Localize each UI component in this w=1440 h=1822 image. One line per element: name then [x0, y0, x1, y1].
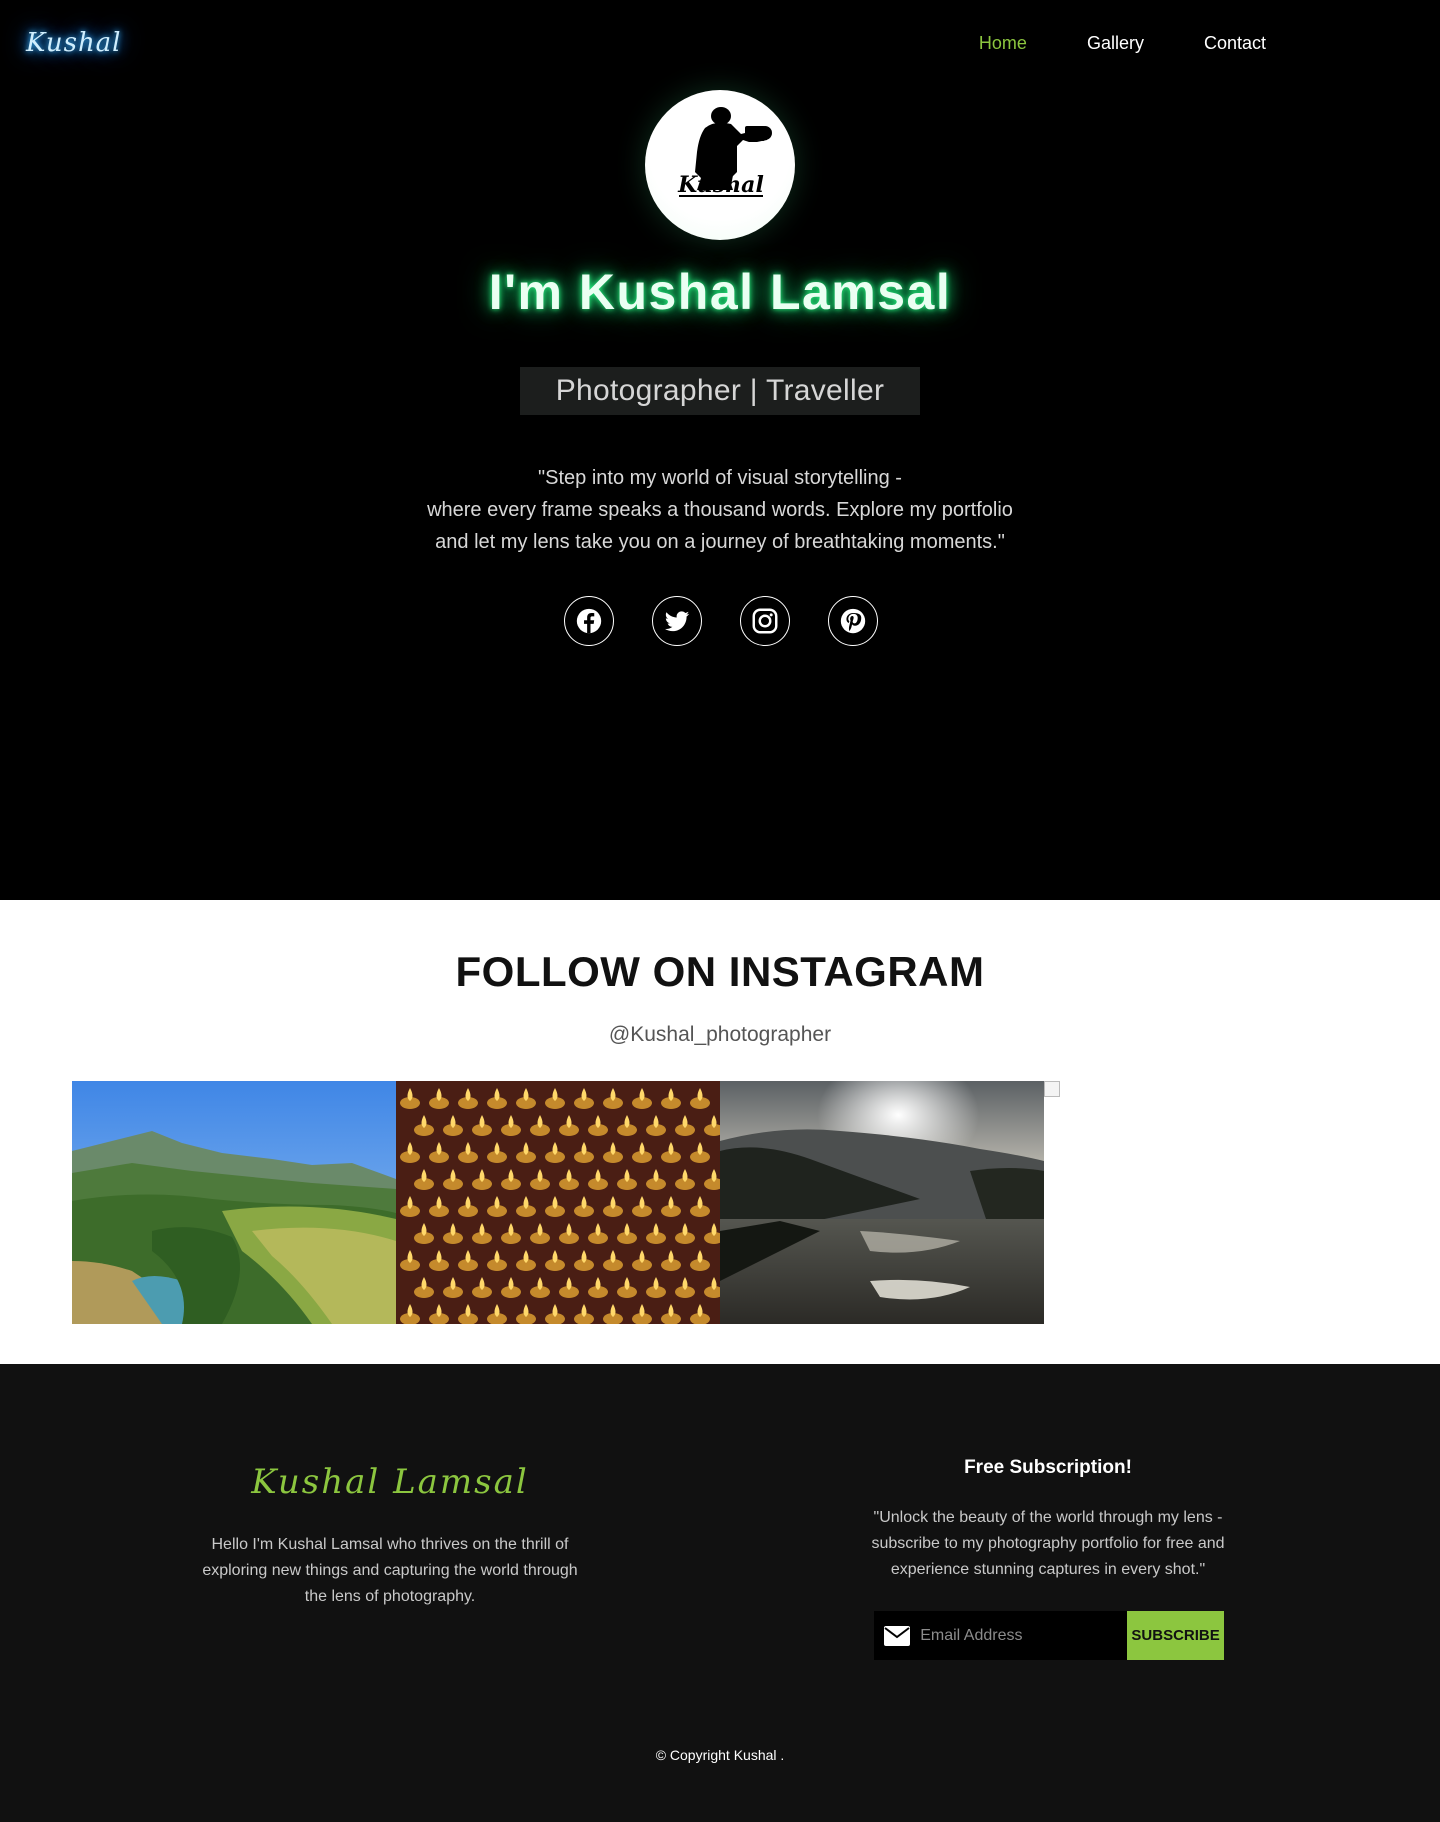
hero-section: Kushal Home Gallery Contact Kushal I'm K… — [0, 0, 1440, 900]
photographer-silhouette-icon: Kushal — [677, 107, 772, 198]
hero-title: I'm Kushal Lamsal — [488, 264, 952, 320]
instagram-section: FOLLOW ON INSTAGRAM @Kushal_photographer — [0, 900, 1440, 1364]
hero-quote-line: where every frame speaks a thousand word… — [427, 499, 1013, 521]
social-links — [564, 596, 916, 646]
footer-bio: Hello I'm Kushal Lamsal who thrives on t… — [202, 1536, 578, 1605]
subscription-text: "Unlock the beauty of the world through … — [871, 1509, 1225, 1578]
river-sunset-photo[interactable] — [720, 1081, 1044, 1324]
nav-link-gallery[interactable]: Gallery — [1087, 33, 1144, 54]
facebook-link[interactable] — [564, 596, 614, 646]
hero-quote-line: "Step into my world of visual storytelli… — [538, 467, 902, 489]
subscription-form: SUBSCRIBE — [874, 1611, 1224, 1660]
site-footer: Kushal Lamsal Hello I'm Kushal Lamsal wh… — [0, 1364, 1440, 1822]
pinterest-icon — [840, 608, 866, 634]
svg-text:Kushal: Kushal — [677, 172, 764, 198]
instagram-icon — [752, 608, 778, 634]
mountain-valley-photo[interactable] — [72, 1081, 396, 1324]
instagram-link[interactable] — [740, 596, 790, 646]
hero-tagline: Photographer | Traveller — [520, 367, 920, 415]
footer-signature: Kushal Lamsal — [251, 1462, 529, 1502]
butter-lamps-photo[interactable] — [396, 1081, 720, 1324]
site-logo[interactable]: Kushal — [26, 28, 122, 58]
instagram-photo-grid — [72, 1081, 1044, 1324]
subscribe-button[interactable]: SUBSCRIBE — [1127, 1611, 1224, 1660]
twitter-icon — [664, 611, 690, 632]
subscription-title: Free Subscription! — [964, 1457, 1132, 1478]
copyright-text: © Copyright Kushal . — [655, 1747, 785, 1763]
twitter-link[interactable] — [652, 596, 702, 646]
nav-link-home[interactable]: Home — [979, 33, 1027, 54]
instagram-title: FOLLOW ON INSTAGRAM — [455, 948, 985, 995]
instagram-handle[interactable]: @Kushal_photographer — [0, 1023, 1440, 1047]
nav-link-contact[interactable]: Contact — [1204, 33, 1266, 54]
broken-image-icon[interactable] — [1044, 1081, 1060, 1097]
pinterest-link[interactable] — [828, 596, 878, 646]
hero-quote: "Step into my world of visual storytelli… — [0, 462, 1440, 558]
envelope-icon — [874, 1611, 911, 1660]
profile-avatar: Kushal — [645, 90, 795, 240]
facebook-icon — [576, 608, 602, 634]
main-nav: Home Gallery Contact — [919, 33, 1266, 54]
email-input[interactable] — [911, 1611, 1128, 1660]
hero-quote-line: and let my lens take you on a journey of… — [435, 531, 1005, 553]
